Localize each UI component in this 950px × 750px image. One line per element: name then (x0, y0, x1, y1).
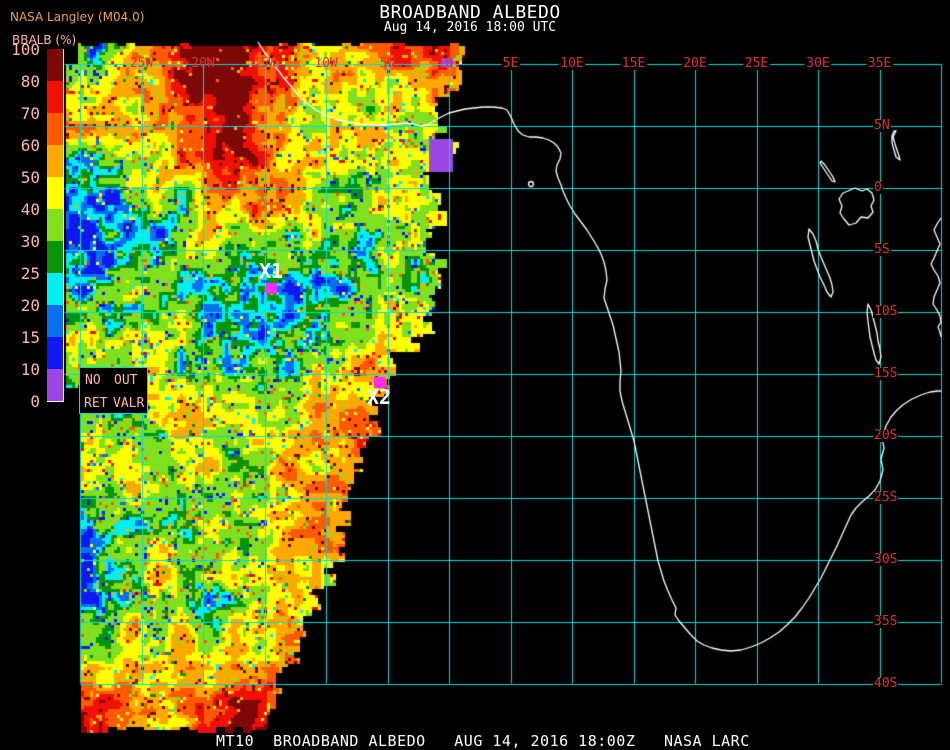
colorbar-tick: 40 (20, 200, 40, 219)
colorbar-tick: 100 (11, 40, 40, 59)
latitude-label: 25S (873, 490, 899, 505)
flag-legend-entry: RET (84, 396, 108, 411)
longitude-label: 25W (129, 56, 154, 71)
timestamp-subtitle: Aug 14, 2016 18:00 UTC (383, 20, 557, 35)
colorbar-tick: 25 (20, 264, 40, 283)
albedo-map-screen: NASA Langley (M04.0) BBALB (%) BROADBAND… (0, 0, 950, 750)
latitude-label: 5S (873, 242, 891, 257)
latitude-label: 20S (873, 428, 899, 443)
longitude-label: 10W (314, 56, 338, 71)
colorbar-tick: 20 (20, 296, 40, 315)
colorbar-segment (47, 273, 63, 305)
site-marker-label: X2 (367, 385, 392, 409)
status-bar: MT10 BROADBAND ALBEDO AUG 14, 2016 18:00… (216, 732, 750, 750)
latitude-label: 10S (873, 304, 899, 319)
latitude-label: 15S (873, 366, 899, 381)
longitude-label: 25E (742, 56, 771, 71)
colorbar-segment (47, 145, 63, 177)
latitude-label: 35S (873, 614, 899, 629)
colorbar-segment (47, 81, 63, 113)
colorbar-tick: 50 (20, 168, 40, 187)
colorbar-segment (47, 49, 63, 81)
colorbar-segment (47, 209, 63, 241)
latitude-label: 30S (873, 552, 899, 567)
product-label: NASA Langley (M04.0) (10, 10, 145, 24)
longitude-label: 10E (558, 56, 586, 71)
site-marker-square (266, 283, 277, 294)
colorbar-tick: 60 (20, 136, 40, 155)
colorbar-tick: 10 (20, 360, 40, 379)
colorbar-tick: 30 (20, 232, 40, 251)
colorbar-segment (47, 177, 63, 209)
site-marker-label: X1 (259, 259, 284, 283)
flag-legend-entry: NO (85, 373, 101, 388)
retrieval-flag-legend: NO OUT RET VALR (79, 367, 148, 414)
longitude-label: 30E (804, 56, 832, 71)
colorbar-tick: 80 (20, 72, 40, 91)
colorbar-segment (47, 369, 63, 401)
longitude-label: 20E (681, 56, 709, 71)
longitude-label: 5E (500, 56, 521, 71)
longitude-label: 5W (379, 56, 396, 71)
colorbar-segment (47, 241, 63, 273)
latitude-label: 40S (873, 676, 899, 691)
colorbar (47, 49, 64, 402)
colorbar-tick: 15 (20, 328, 40, 347)
longitude-label: 15W (252, 56, 277, 71)
colorbar-tick: 0 (30, 392, 40, 411)
colorbar-segment (47, 305, 63, 337)
longitude-label: 20W (191, 56, 215, 71)
latitude-label: 5N (873, 118, 891, 133)
colorbar-segment (47, 113, 63, 145)
longitude-label: 0 (445, 56, 453, 71)
flag-legend-entry: OUT (114, 373, 138, 388)
latitude-label: 0 (873, 180, 883, 195)
flag-legend-entry: VALR (113, 396, 145, 411)
longitude-label: 15E (619, 56, 648, 71)
colorbar-tick: 70 (20, 104, 40, 123)
longitude-label: 35E (865, 56, 894, 71)
colorbar-segment (47, 337, 63, 369)
